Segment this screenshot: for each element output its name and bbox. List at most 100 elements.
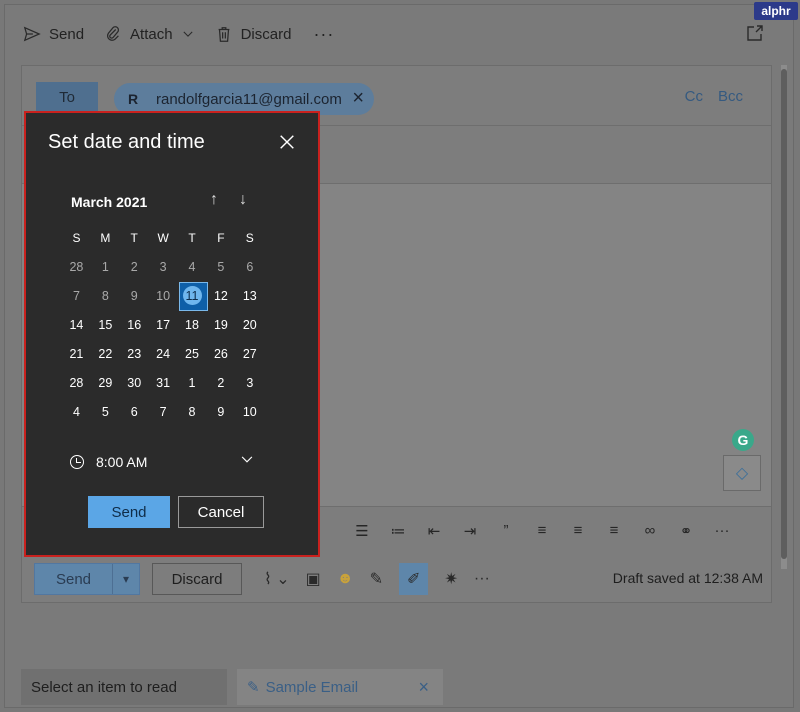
calendar-day[interactable]: 31 [149,376,178,390]
calendar-day[interactable]: 4 [62,405,91,419]
calendar-day[interactable]: 27 [235,347,264,361]
brightness-icon[interactable]: ✷ [444,569,457,589]
dialog-title: Set date and time [48,131,205,153]
calendar-day[interactable]: 6 [120,405,149,419]
calendar-day[interactable]: 7 [62,289,91,303]
calendar-day[interactable]: 25 [178,347,207,361]
to-button[interactable]: To [36,82,98,112]
unlink-icon[interactable]: ⚭ [677,522,695,540]
calendar-day[interactable]: 9 [206,405,235,419]
time-picker[interactable]: 8:00 AM [70,450,254,474]
close-icon[interactable] [278,133,296,151]
highlight-pen-icon[interactable]: ✐ [399,563,429,595]
calendar-day[interactable]: 29 [91,376,120,390]
brand-logo: alphr [754,2,798,20]
calendar-week: 7 8 9 10 11 12 13 [62,281,294,311]
scrollbar-thumb[interactable] [781,69,787,559]
align-right-icon[interactable]: ≡ [605,522,623,539]
calendar-day[interactable]: 26 [206,347,235,361]
toolbar-send-button[interactable]: Send [17,19,90,49]
send-split-button[interactable]: Send ▾ [34,563,140,595]
calendar-day[interactable]: 5 [91,405,120,419]
calendar-day[interactable]: 21 [62,347,91,361]
grammarly-icon[interactable]: G [732,429,754,451]
selected-day-label: 11 [185,288,199,303]
bottom-more-button[interactable]: ··· [474,570,490,588]
pen-icon[interactable]: ✎ [370,569,383,589]
calendar-day[interactable]: 10 [235,405,264,419]
arrow-down-icon[interactable]: ↓ [239,191,247,209]
calendar-day[interactable]: 6 [235,260,264,274]
calendar-day[interactable]: 18 [178,318,207,332]
weekday-label: T [188,230,196,245]
calendar-month-label: March 2021 [71,194,148,210]
calendar-day[interactable]: 7 [149,405,178,419]
calendar-day[interactable]: 2 [120,260,149,274]
weekday-label: T [130,230,138,245]
increase-indent-icon[interactable]: ⇥ [461,522,479,540]
gem-icon[interactable]: ◇ [723,455,761,491]
quote-icon[interactable]: ” [497,522,515,539]
dialog-cancel-button[interactable]: Cancel [178,496,264,528]
discard-button[interactable]: Discard [152,563,242,595]
attach-icon[interactable]: ⌇ ⌄ [264,569,290,589]
chevron-down-icon[interactable] [240,452,254,466]
toolbar-discard-button[interactable]: Discard [209,19,298,49]
calendar-day[interactable]: 30 [120,376,149,390]
insert-icons: ⌇ ⌄ ▣ ☻ ✎ ✐ ✷ ··· [264,563,490,595]
arrow-up-icon[interactable]: ↑ [210,191,218,209]
calendar-day[interactable]: 23 [120,347,149,361]
calendar-day-selected[interactable]: 11 [178,281,208,311]
image-icon[interactable]: ▣ [306,569,321,589]
tab-select-item[interactable]: Select an item to read [21,669,227,705]
dialog-send-button[interactable]: Send [88,496,170,528]
align-left-icon[interactable]: ≡ [533,522,551,539]
cc-link[interactable]: Cc [685,88,703,105]
toolbar-attach-button[interactable]: Attach [98,19,201,49]
calendar-day[interactable]: 20 [235,318,264,332]
align-center-icon[interactable]: ≡ [569,522,587,539]
send-button[interactable]: Send [35,564,113,594]
popout-icon[interactable] [745,23,765,43]
close-tab-icon[interactable]: × [418,677,429,698]
paperclip-icon [107,26,120,41]
calendar-day[interactable]: 8 [178,405,207,419]
toolbar-more-button[interactable]: ··· [305,19,342,49]
calendar-day[interactable]: 8 [91,289,120,303]
calendar-day[interactable]: 17 [149,318,178,332]
calendar-day[interactable]: 14 [62,318,91,332]
format-more-button[interactable]: ··· [713,522,731,539]
weekday-label: S [72,230,81,245]
calendar-grid: S M T W T F S 28 1 2 3 4 5 6 7 8 9 10 11… [62,223,294,426]
weekday-header: S M T W T F S [62,223,294,252]
vertical-scrollbar[interactable] [781,65,787,569]
calendar-day[interactable]: 28 [62,376,91,390]
calendar-day[interactable]: 24 [149,347,178,361]
link-icon[interactable]: ∞ [641,522,659,539]
calendar-day[interactable]: 22 [91,347,120,361]
calendar-day[interactable]: 13 [235,289,264,303]
tab-sample-email-label: Sample Email [265,678,359,696]
calendar-day[interactable]: 1 [91,260,120,274]
calendar-day[interactable]: 28 [62,260,91,274]
calendar-day[interactable]: 2 [206,376,235,390]
bcc-link[interactable]: Bcc [718,88,743,105]
calendar-day[interactable]: 5 [206,260,235,274]
calendar-day[interactable]: 3 [149,260,178,274]
calendar-day[interactable]: 12 [206,289,235,303]
calendar-day[interactable]: 10 [149,289,178,303]
calendar-day[interactable]: 1 [178,376,207,390]
calendar-day[interactable]: 3 [235,376,264,390]
calendar-day[interactable]: 19 [206,318,235,332]
calendar-day[interactable]: 4 [178,260,207,274]
remove-recipient-icon[interactable]: × [352,87,364,110]
calendar-day[interactable]: 9 [120,289,149,303]
calendar-day[interactable]: 16 [120,318,149,332]
numbering-icon[interactable]: ≔ [389,522,407,540]
decrease-indent-icon[interactable]: ⇤ [425,522,443,540]
send-options-chevron-icon[interactable]: ▾ [113,564,139,594]
calendar-day[interactable]: 15 [91,318,120,332]
bullets-icon[interactable]: ☰ [353,522,371,540]
emoji-icon[interactable]: ☻ [337,570,354,588]
tab-sample-email[interactable]: ✎ Sample Email × [237,669,443,705]
